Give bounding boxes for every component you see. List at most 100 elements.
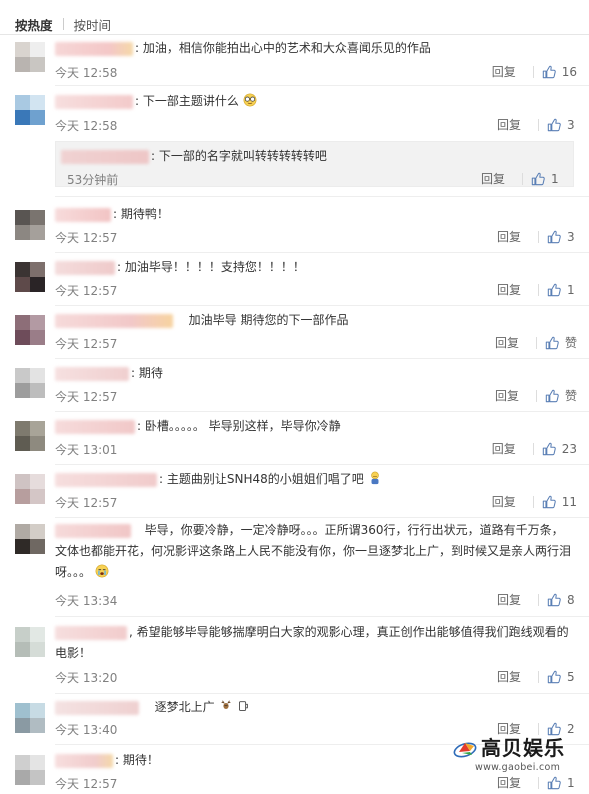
like-count: 1 — [567, 282, 575, 297]
reply-button[interactable]: 回复 — [497, 116, 521, 133]
thumbs-up-icon — [542, 65, 556, 79]
username-blurred[interactable] — [55, 523, 131, 538]
sub-reply-time: 53分钟前 — [67, 172, 119, 187]
comment-content: 毕导，你要冷静，一定冷静呀。。。正所谓360行，行行出状元，道路有千万条， — [55, 520, 577, 541]
sort-bar: 按热度 按时间 — [15, 14, 111, 34]
username-blurred[interactable] — [55, 41, 133, 56]
like-button[interactable]: 赞 — [545, 334, 577, 351]
comment-content: : 期待鸭！ — [55, 204, 577, 225]
username-blurred[interactable] — [55, 700, 139, 715]
comment-time: 今天 13:40 — [55, 722, 118, 737]
like-button[interactable]: 1 — [531, 172, 561, 186]
like-button[interactable]: 3 — [547, 118, 577, 132]
watermark-url: www.gaobei.com — [475, 762, 561, 773]
like-count: 5 — [567, 669, 575, 684]
comment-content: : 加油毕导！！！！支持您！！！！ — [55, 257, 577, 278]
like-button[interactable]: 3 — [547, 230, 577, 244]
reply-button[interactable]: 回复 — [497, 591, 521, 608]
avatar[interactable] — [15, 474, 45, 504]
sub-reply-box: : 下一部的名字就叫转转转转转吧 53分钟前 回复 1 — [55, 141, 574, 187]
username-blurred[interactable] — [55, 94, 133, 109]
reply-button[interactable]: 回复 — [495, 334, 519, 351]
comment-time: 今天 12:57 — [55, 230, 118, 245]
username-blurred[interactable] — [55, 366, 129, 381]
like-count: 赞 — [564, 336, 577, 350]
comment-time: 今天 13:01 — [55, 442, 118, 457]
sort-by-hot-tab[interactable]: 按热度 — [15, 15, 53, 34]
reply-button[interactable]: 回复 — [492, 440, 516, 457]
like-count: 23 — [561, 441, 577, 456]
avatar[interactable] — [15, 755, 45, 785]
avatar[interactable] — [15, 315, 45, 345]
crying-face-emoji-icon — [95, 564, 109, 578]
comment-time: 今天 12:58 — [55, 118, 118, 133]
thumbs-up-icon — [547, 230, 561, 244]
like-button[interactable]: 11 — [542, 495, 577, 509]
avatar[interactable] — [15, 95, 45, 125]
comment-text: 期待鸭！ — [120, 207, 169, 221]
comment-divider — [55, 517, 589, 518]
like-count: 8 — [567, 592, 575, 607]
like-button[interactable]: 赞 — [545, 387, 577, 404]
comment-time: 今天 13:20 — [55, 670, 118, 685]
comment-divider — [55, 305, 589, 306]
reply-button[interactable]: 回复 — [497, 228, 521, 245]
sort-by-time-tab[interactable]: 按时间 — [74, 15, 112, 34]
comment-text: 下一部主题讲什么 — [142, 94, 239, 108]
comment-text-line-2: 文体也都能开花，何况影评这条路上人民不能没有你，你一旦逐梦北上广，到时候又是亲人… — [55, 544, 572, 558]
reply-button[interactable]: 回复 — [497, 668, 521, 685]
comment-text-line-1: 毕导，你要冷静，一定冷静呀。。。正所谓360行，行行出状元，道路有千万条， — [144, 523, 564, 537]
username-blurred[interactable] — [55, 419, 135, 434]
comment-text: 卧槽。。。。。 毕导别这样，毕导你冷静 — [144, 419, 341, 433]
reply-button[interactable]: 回复 — [497, 281, 521, 298]
like-count: 3 — [567, 229, 575, 244]
like-button[interactable]: 5 — [547, 670, 577, 684]
site-watermark: 高贝娱乐 www.gaobei.com — [453, 732, 571, 782]
comment-divider — [55, 85, 589, 86]
avatar[interactable] — [15, 703, 45, 733]
comment-content: 加油毕导 期待您的下一部作品 — [55, 310, 577, 331]
sub-reply-text: 下一部的名字就叫转转转转转吧 — [158, 149, 327, 163]
like-count: 16 — [561, 64, 577, 79]
thumbs-up-icon — [547, 283, 561, 297]
reply-button[interactable]: 回复 — [481, 170, 505, 187]
avatar[interactable] — [15, 210, 45, 240]
comment-text-line-1: 希望能够毕导能够揣摩明白大家的观影心理，真正创作出能够值得我们跑线观看的 — [136, 625, 569, 639]
like-button[interactable]: 1 — [547, 283, 577, 297]
avatar[interactable] — [15, 42, 45, 72]
comment-text: 主题曲别让SNH48的小姐姐们唱了吧 — [166, 472, 364, 486]
like-button[interactable]: 8 — [547, 593, 577, 607]
username-blurred[interactable] — [55, 472, 157, 487]
avatar[interactable] — [15, 421, 45, 451]
avatar[interactable] — [15, 524, 45, 554]
avatar[interactable] — [15, 368, 45, 398]
username-blurred[interactable] — [55, 753, 113, 768]
comment-divider — [55, 411, 589, 412]
thumbs-up-icon — [547, 670, 561, 684]
username-blurred[interactable] — [55, 625, 127, 640]
comment-content: : 期待 — [55, 363, 577, 384]
username-blurred[interactable] — [55, 207, 111, 222]
thumbs-up-icon — [547, 118, 561, 132]
comment-content: : 主题曲别让SNH48的小姐姐们唱了吧 — [55, 469, 577, 490]
comment-time: 今天 12:57 — [55, 776, 118, 791]
avatar[interactable] — [15, 627, 45, 657]
like-count: 赞 — [564, 389, 577, 403]
reply-button[interactable]: 回复 — [495, 387, 519, 404]
username-blurred[interactable] — [55, 313, 173, 328]
comment-text-line-2: 电影！ — [55, 646, 92, 660]
username-blurred[interactable] — [61, 149, 149, 164]
like-button[interactable]: 16 — [542, 65, 577, 79]
like-button[interactable]: 23 — [542, 442, 577, 456]
reply-button[interactable]: 回复 — [492, 63, 516, 80]
thumbs-up-icon — [531, 172, 545, 186]
reply-button[interactable]: 回复 — [492, 493, 516, 510]
comment-divider — [55, 693, 589, 694]
like-count: 3 — [567, 117, 575, 132]
comment-content: : 卧槽。。。。。 毕导别这样，毕导你冷静 — [55, 416, 577, 437]
comment-divider — [55, 196, 589, 197]
comment-text: 加油，相信你能拍出心中的艺术和大众喜闻乐见的作品 — [142, 41, 431, 55]
sort-separator — [62, 18, 64, 30]
avatar[interactable] — [15, 262, 45, 292]
username-blurred[interactable] — [55, 260, 115, 275]
